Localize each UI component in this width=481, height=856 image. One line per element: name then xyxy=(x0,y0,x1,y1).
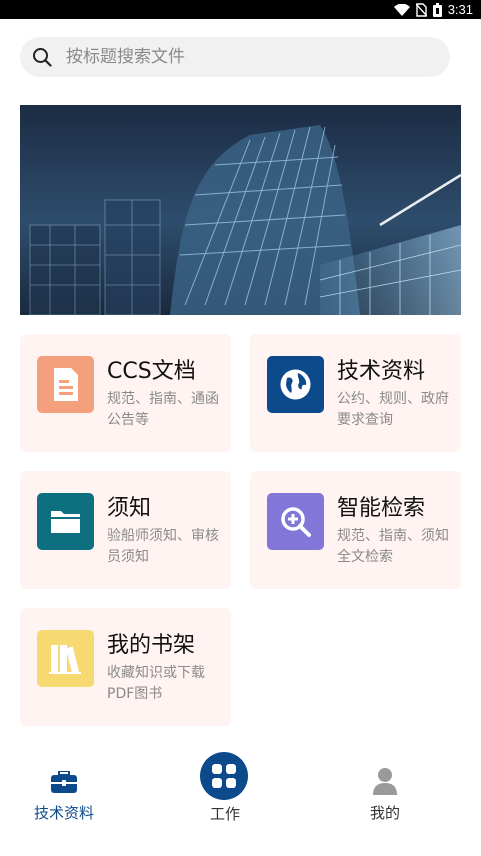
card-title: 智能检索 xyxy=(337,496,426,521)
status-icons: 3:31 xyxy=(393,2,473,17)
document-icon xyxy=(54,368,78,401)
card-title: CCS文档 xyxy=(107,359,196,384)
card-title: 我的书架 xyxy=(107,633,196,658)
user-icon xyxy=(373,768,397,795)
nav-tab-work[interactable]: 工作 xyxy=(165,745,285,835)
card-description: 公约、规则、政府要求查询 xyxy=(337,391,449,428)
card-notices[interactable]: 须知 验船师须知、审核员须知 xyxy=(20,471,231,589)
card-icon-bg xyxy=(267,493,324,550)
card-icon-bg xyxy=(37,356,94,413)
card-description: 验船师须知、审核员须知 xyxy=(107,528,219,565)
nav-label: 技术资料 xyxy=(33,804,94,822)
briefcase-icon xyxy=(51,771,77,793)
search-input[interactable]: 按标题搜索文件 xyxy=(66,47,185,67)
card-smart-search[interactable]: 智能检索 规范、指南、须知全文检索 xyxy=(250,471,461,589)
bottom-spacer xyxy=(0,835,481,856)
card-my-bookshelf[interactable]: 我的书架 收藏知识或下载PDF图书 xyxy=(20,608,231,726)
card-description: 规范、指南、须知全文检索 xyxy=(337,528,449,565)
card-icon-bg xyxy=(37,493,94,550)
card-technical-info[interactable]: 技术资料 公约、规则、政府要求查询 xyxy=(250,334,461,452)
grid-icon xyxy=(212,764,236,788)
wifi-icon xyxy=(393,3,410,16)
work-button[interactable] xyxy=(200,752,248,800)
nav-label: 我的 xyxy=(369,804,400,822)
status-bar: 3:31 xyxy=(0,0,481,19)
nav-tab-technical-info[interactable]: 技术资料 xyxy=(4,745,124,835)
card-ccs-documents[interactable]: CCS文档 规范、指南、通函公告等 xyxy=(20,334,231,452)
card-icon-bg xyxy=(37,630,94,687)
card-description: 收藏知识或下载PDF图书 xyxy=(107,665,205,702)
banner-image[interactable] xyxy=(20,105,461,315)
folder-icon xyxy=(51,511,80,533)
card-description: 规范、指南、通函公告等 xyxy=(107,391,219,428)
search-plus-icon xyxy=(281,507,311,537)
globe-icon xyxy=(280,369,311,400)
search-bar[interactable]: 按标题搜索文件 xyxy=(20,37,450,77)
bottom-navigation: 技术资料 工作 我的 xyxy=(0,745,481,835)
nav-tab-mine[interactable]: 我的 xyxy=(325,745,445,835)
nav-label: 工作 xyxy=(209,805,240,823)
card-icon-bg xyxy=(267,356,324,413)
bookshelf-icon xyxy=(49,645,81,674)
status-time: 3:31 xyxy=(447,2,473,17)
architecture-banner-illustration xyxy=(20,105,461,315)
search-icon xyxy=(33,48,52,67)
card-title: 须知 xyxy=(107,496,152,521)
no-sim-icon xyxy=(415,2,427,17)
card-title: 技术资料 xyxy=(337,359,426,384)
battery-icon xyxy=(432,2,442,17)
